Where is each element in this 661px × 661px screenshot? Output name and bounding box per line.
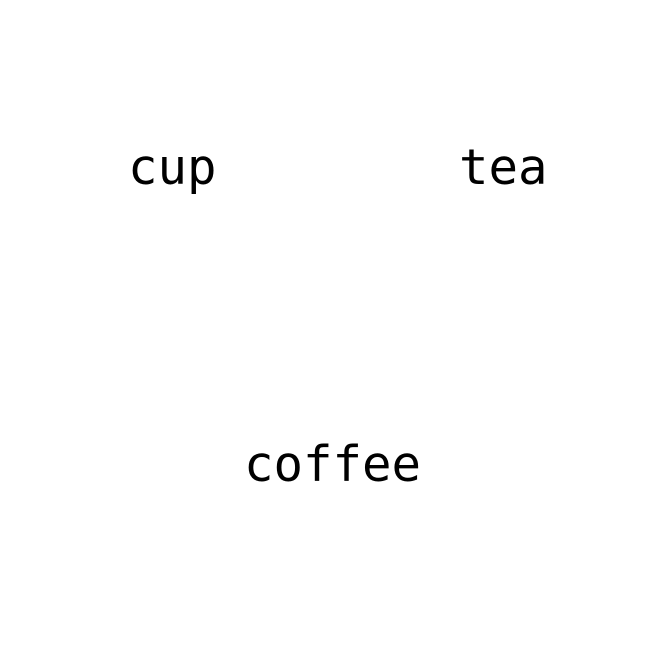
word-coffee: coffee: [244, 436, 422, 493]
word-canvas: cup tea coffee: [0, 0, 661, 661]
word-cup: cup: [128, 139, 217, 196]
word-tea: tea: [459, 139, 548, 196]
